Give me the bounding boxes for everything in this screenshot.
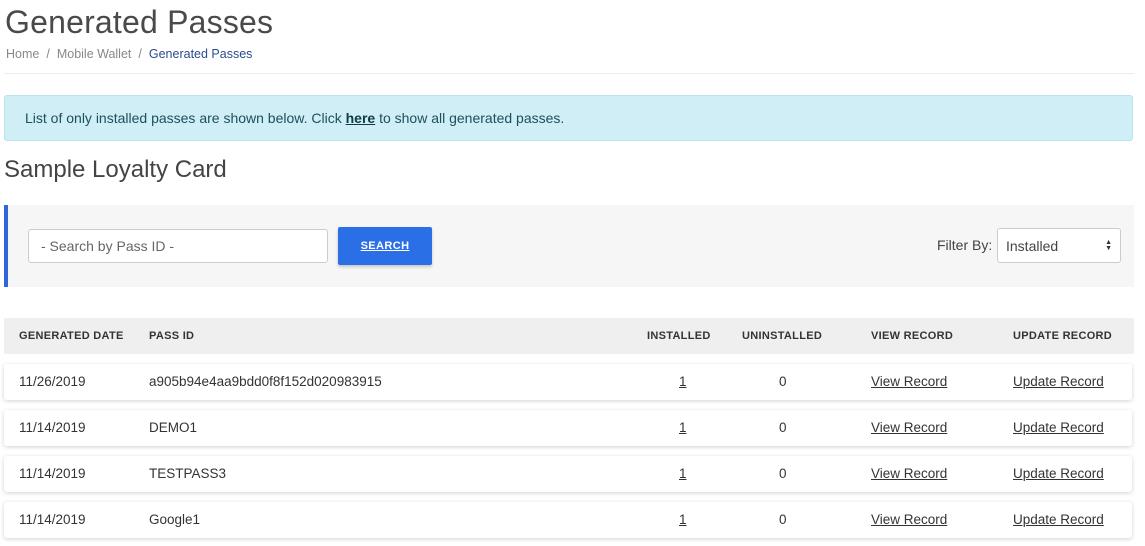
cell-pass-id: TESTPASS3 — [149, 466, 227, 481]
installed-count-link[interactable]: 1 — [679, 512, 687, 527]
cell-pass-id: a905b94e4aa9bdd0f8f152d020983915 — [149, 374, 382, 389]
search-input[interactable] — [28, 229, 328, 263]
header-update-record: UPDATE RECORD — [1013, 330, 1113, 342]
cell-date: 11/14/2019 — [19, 466, 86, 481]
update-record-link[interactable]: Update Record — [1013, 512, 1104, 527]
cell-pass-id: DEMO1 — [149, 420, 198, 435]
update-record-link[interactable]: Update Record — [1013, 374, 1104, 389]
table-header: GENERATED DATE PASS ID INSTALLED UNINSTA… — [4, 318, 1134, 354]
search-button[interactable]: SEARCH — [338, 227, 432, 265]
select-arrows-icon: ▲ ▼ — [1105, 238, 1112, 252]
installed-count-link[interactable]: 1 — [679, 466, 687, 481]
header-uninstalled: UNINSTALLED — [742, 330, 823, 342]
cell-uninstalled: 0 — [779, 512, 787, 527]
alert-text-before: List of only installed passes are shown … — [25, 110, 346, 126]
installed-count-link[interactable]: 1 — [679, 420, 687, 435]
cell-uninstalled: 0 — [779, 466, 787, 481]
breadcrumb: Home / Mobile Wallet / Generated Passes — [6, 47, 252, 61]
table-row: 11/14/2019 DEMO1 1 0 View Record Update … — [4, 410, 1132, 446]
update-record-link[interactable]: Update Record — [1013, 420, 1104, 435]
header-divider — [4, 73, 1134, 74]
breadcrumb-current: Generated Passes — [148, 47, 253, 61]
view-record-link[interactable]: View Record — [871, 466, 947, 481]
cell-date: 11/26/2019 — [19, 374, 86, 389]
page-title: Generated Passes — [5, 4, 274, 40]
breadcrumb-home[interactable]: Home — [6, 47, 39, 61]
view-record-link[interactable]: View Record — [871, 512, 947, 527]
view-record-link[interactable]: View Record — [871, 374, 947, 389]
breadcrumb-separator: / — [138, 47, 142, 61]
filter-bar: SEARCH Filter By: Installed ▲▼ — [4, 205, 1134, 287]
breadcrumb-mobile-wallet[interactable]: Mobile Wallet — [57, 47, 132, 61]
view-record-link[interactable]: View Record — [871, 420, 947, 435]
cell-uninstalled: 0 — [779, 374, 787, 389]
cell-date: 11/14/2019 — [19, 512, 86, 527]
header-installed: INSTALLED — [647, 330, 711, 342]
table-row: 11/14/2019 Google1 1 0 View Record Updat… — [4, 502, 1132, 538]
cell-uninstalled: 0 — [779, 420, 787, 435]
section-title: Sample Loyalty Card — [4, 156, 227, 183]
filter-label: Filter By: — [937, 237, 993, 253]
header-generated-date: GENERATED DATE — [19, 330, 124, 342]
info-alert: List of only installed passes are shown … — [4, 95, 1133, 141]
filter-select[interactable]: Installed ▲ ▼ — [997, 228, 1121, 263]
breadcrumb-separator: / — [46, 47, 50, 61]
header-view-record: VIEW RECORD — [871, 330, 954, 342]
table-row: 11/26/2019 a905b94e4aa9bdd0f8f152d020983… — [4, 364, 1132, 400]
update-record-link[interactable]: Update Record — [1013, 466, 1104, 481]
table-row: 11/14/2019 TESTPASS3 1 0 View Record Upd… — [4, 456, 1132, 492]
header-pass-id: PASS ID — [149, 330, 195, 342]
filter-selected-value: Installed — [1006, 237, 1059, 254]
cell-pass-id: Google1 — [149, 512, 201, 527]
show-all-link[interactable]: here — [346, 110, 376, 126]
cell-date: 11/14/2019 — [19, 420, 86, 435]
alert-text-after: to show all generated passes. — [375, 110, 565, 126]
installed-count-link[interactable]: 1 — [679, 374, 687, 389]
